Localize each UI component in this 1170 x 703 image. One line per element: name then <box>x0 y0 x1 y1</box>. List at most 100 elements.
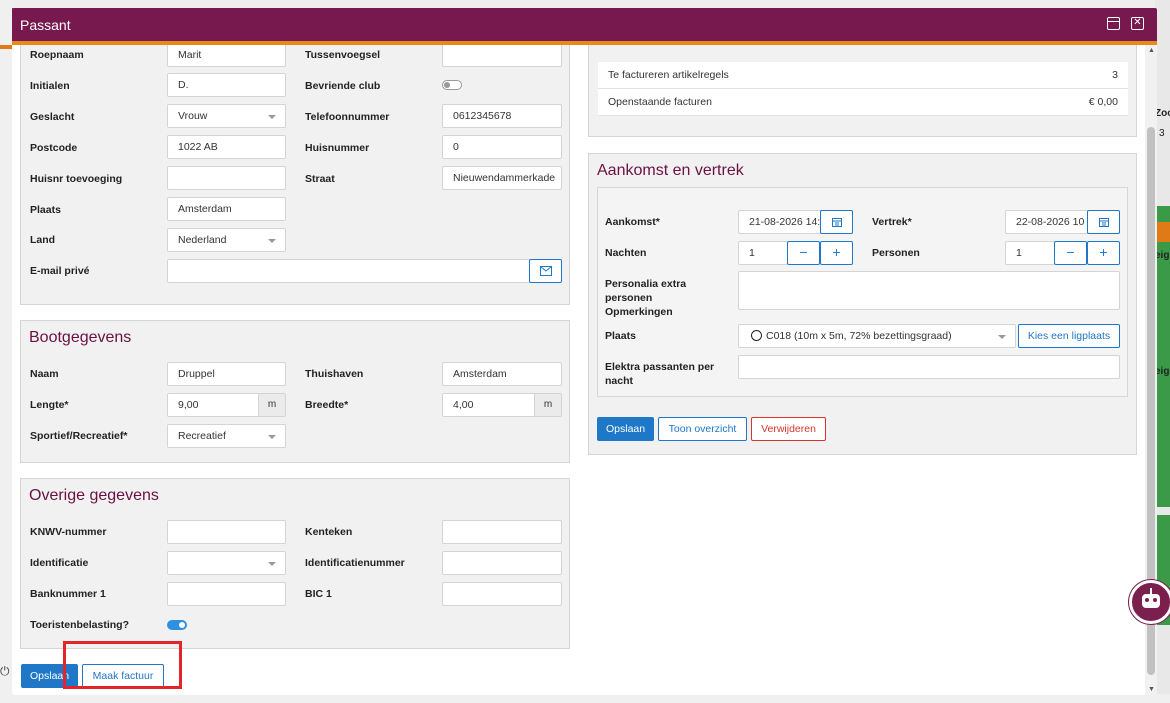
scroll-up-arrow[interactable]: ▲ <box>1148 47 1155 54</box>
field-label: Naam <box>30 368 59 380</box>
summary-label: Openstaande facturen <box>608 96 712 108</box>
identificatienummer-input[interactable] <box>442 551 562 575</box>
boat-name-input[interactable]: Druppel <box>167 362 286 386</box>
nachten-input[interactable]: 1 <box>738 241 788 265</box>
sport-select[interactable]: Recreatief <box>167 424 286 448</box>
field-label: Breedte* <box>305 399 349 411</box>
delete-button[interactable]: Verwijderen <box>751 417 826 441</box>
field-label: Initialen <box>30 80 70 92</box>
background-bottom <box>0 694 1170 703</box>
personalia-textarea[interactable] <box>738 271 1120 310</box>
summary-row: Te factureren artikelregels 3 <box>598 62 1128 89</box>
ligplaats-value: C018 (10m x 5m, 72% bezettingsgraad) <box>766 330 952 342</box>
personen-input[interactable]: 1 <box>1005 241 1055 265</box>
huisnummer-input[interactable]: 0 <box>442 135 562 159</box>
chatbot-button[interactable] <box>1129 580 1170 624</box>
background-number: 3 <box>1159 128 1165 139</box>
personal-card: Roepnaam Marit Tussenvoegsel Initialen D… <box>20 45 570 305</box>
maximize-icon[interactable] <box>1107 17 1120 30</box>
identificatie-select[interactable] <box>167 551 286 575</box>
tussenvoegsel-input[interactable] <box>442 45 562 67</box>
show-overview-button[interactable]: Toon overzicht <box>658 417 747 441</box>
field-label: Plaats <box>605 330 636 342</box>
initialen-input[interactable]: D. <box>167 73 286 97</box>
chevron-down-icon <box>268 239 276 243</box>
chevron-down-icon <box>268 562 276 566</box>
modal-body: Roepnaam Marit Tussenvoegsel Initialen D… <box>12 45 1145 695</box>
section-title: Aankomst en vertrek <box>597 162 744 179</box>
field-label: Telefoonnummer <box>305 111 390 123</box>
geslacht-select[interactable]: Vrouw <box>167 104 286 128</box>
aankomst-input[interactable]: 21-08-2026 14: <box>738 210 822 234</box>
field-label: Personalia extra personen Opmerkingen <box>605 278 687 318</box>
bevriende-club-toggle[interactable] <box>442 80 462 90</box>
background-label: eig <box>1155 250 1170 261</box>
background-stripe <box>0 45 12 49</box>
field-label: Roepnaam <box>30 49 84 61</box>
toeristenbelasting-toggle[interactable] <box>167 620 187 630</box>
banknummer-input[interactable] <box>167 582 286 606</box>
postcode-input[interactable]: 1022 AB <box>167 135 286 159</box>
personen-increment-button[interactable]: + <box>1087 241 1120 265</box>
knwv-input[interactable] <box>167 520 286 544</box>
kies-ligplaats-button[interactable]: Kies een ligplaats <box>1018 324 1120 348</box>
huisnr-toevoeging-input[interactable] <box>167 166 286 190</box>
bic-input[interactable] <box>442 582 562 606</box>
straat-input[interactable]: Nieuwendammerkade <box>442 166 562 190</box>
background-topbar <box>0 0 1170 8</box>
summary-label: Te factureren artikelregels <box>608 69 729 81</box>
background-orange-bar <box>1155 222 1170 242</box>
section-title: Bootgegevens <box>29 329 132 346</box>
unit-addon: m <box>258 394 285 416</box>
thuishaven-input[interactable]: Amsterdam <box>442 362 562 386</box>
roepnaam-input[interactable]: Marit <box>167 45 286 67</box>
field-label: Nachten <box>605 247 647 259</box>
close-icon[interactable]: ✕ <box>1131 17 1144 30</box>
personen-decrement-button[interactable]: − <box>1054 241 1087 265</box>
vertrek-input[interactable]: 22-08-2026 10 <box>1005 210 1089 234</box>
elektra-input[interactable] <box>738 355 1120 379</box>
field-label: Kenteken <box>305 526 353 538</box>
highlight-annotation <box>63 641 182 689</box>
plaats-input[interactable]: Amsterdam <box>167 197 286 221</box>
breedte-input[interactable]: 4,00 m <box>442 393 562 417</box>
modal-title: Passant <box>20 17 71 33</box>
field-label: Postcode <box>30 142 78 154</box>
telefoonnummer-input[interactable]: 0612345678 <box>442 104 562 128</box>
background-green-bar <box>1157 206 1170 222</box>
field-label: Lengte* <box>30 399 69 411</box>
background-label: eig <box>1155 366 1170 377</box>
field-label: Straat <box>305 173 335 185</box>
field-label: Personen <box>872 247 920 259</box>
aankomst-calendar-button[interactable] <box>820 210 853 234</box>
field-label: Thuishaven <box>305 368 364 380</box>
summary-row: Openstaande facturen € 0,00 <box>598 89 1128 116</box>
stay-save-button[interactable]: Opslaan <box>597 417 654 441</box>
kenteken-input[interactable] <box>442 520 562 544</box>
field-label: Aankomst* <box>605 216 660 228</box>
field-label: Banknummer 1 <box>30 588 106 600</box>
land-select[interactable]: Nederland <box>167 228 286 252</box>
field-label: Identificatie <box>30 557 89 569</box>
chevron-down-icon <box>268 115 276 119</box>
land-value: Nederland <box>178 234 227 246</box>
vertrek-calendar-button[interactable] <box>1087 210 1120 234</box>
lengte-input[interactable]: 9,00 m <box>167 393 286 417</box>
field-label: Huisnummer <box>305 142 370 154</box>
field-label: Identificatienummer <box>305 557 405 569</box>
nachten-increment-button[interactable]: + <box>820 241 853 265</box>
globe-icon <box>751 330 762 341</box>
scroll-down-arrow[interactable]: ▼ <box>1148 686 1155 693</box>
send-email-button[interactable] <box>529 259 562 283</box>
field-label: Bevriende club <box>305 80 381 92</box>
ligplaats-select[interactable]: C018 (10m x 5m, 72% bezettingsgraad) <box>738 324 1016 348</box>
boat-card: Bootgegevens Naam Druppel Thuishaven Ams… <box>20 320 570 463</box>
field-label: Sportief/Recreatief* <box>30 430 128 442</box>
stay-card: Aankomst en vertrek Aankomst* 21-08-2026… <box>588 153 1137 455</box>
field-label: Land <box>30 234 56 246</box>
robot-icon <box>1142 594 1160 608</box>
background-left: ⏻ <box>0 0 12 703</box>
field-label: Vertrek* <box>872 216 912 228</box>
nachten-decrement-button[interactable]: − <box>787 241 820 265</box>
email-field[interactable] <box>167 259 531 283</box>
